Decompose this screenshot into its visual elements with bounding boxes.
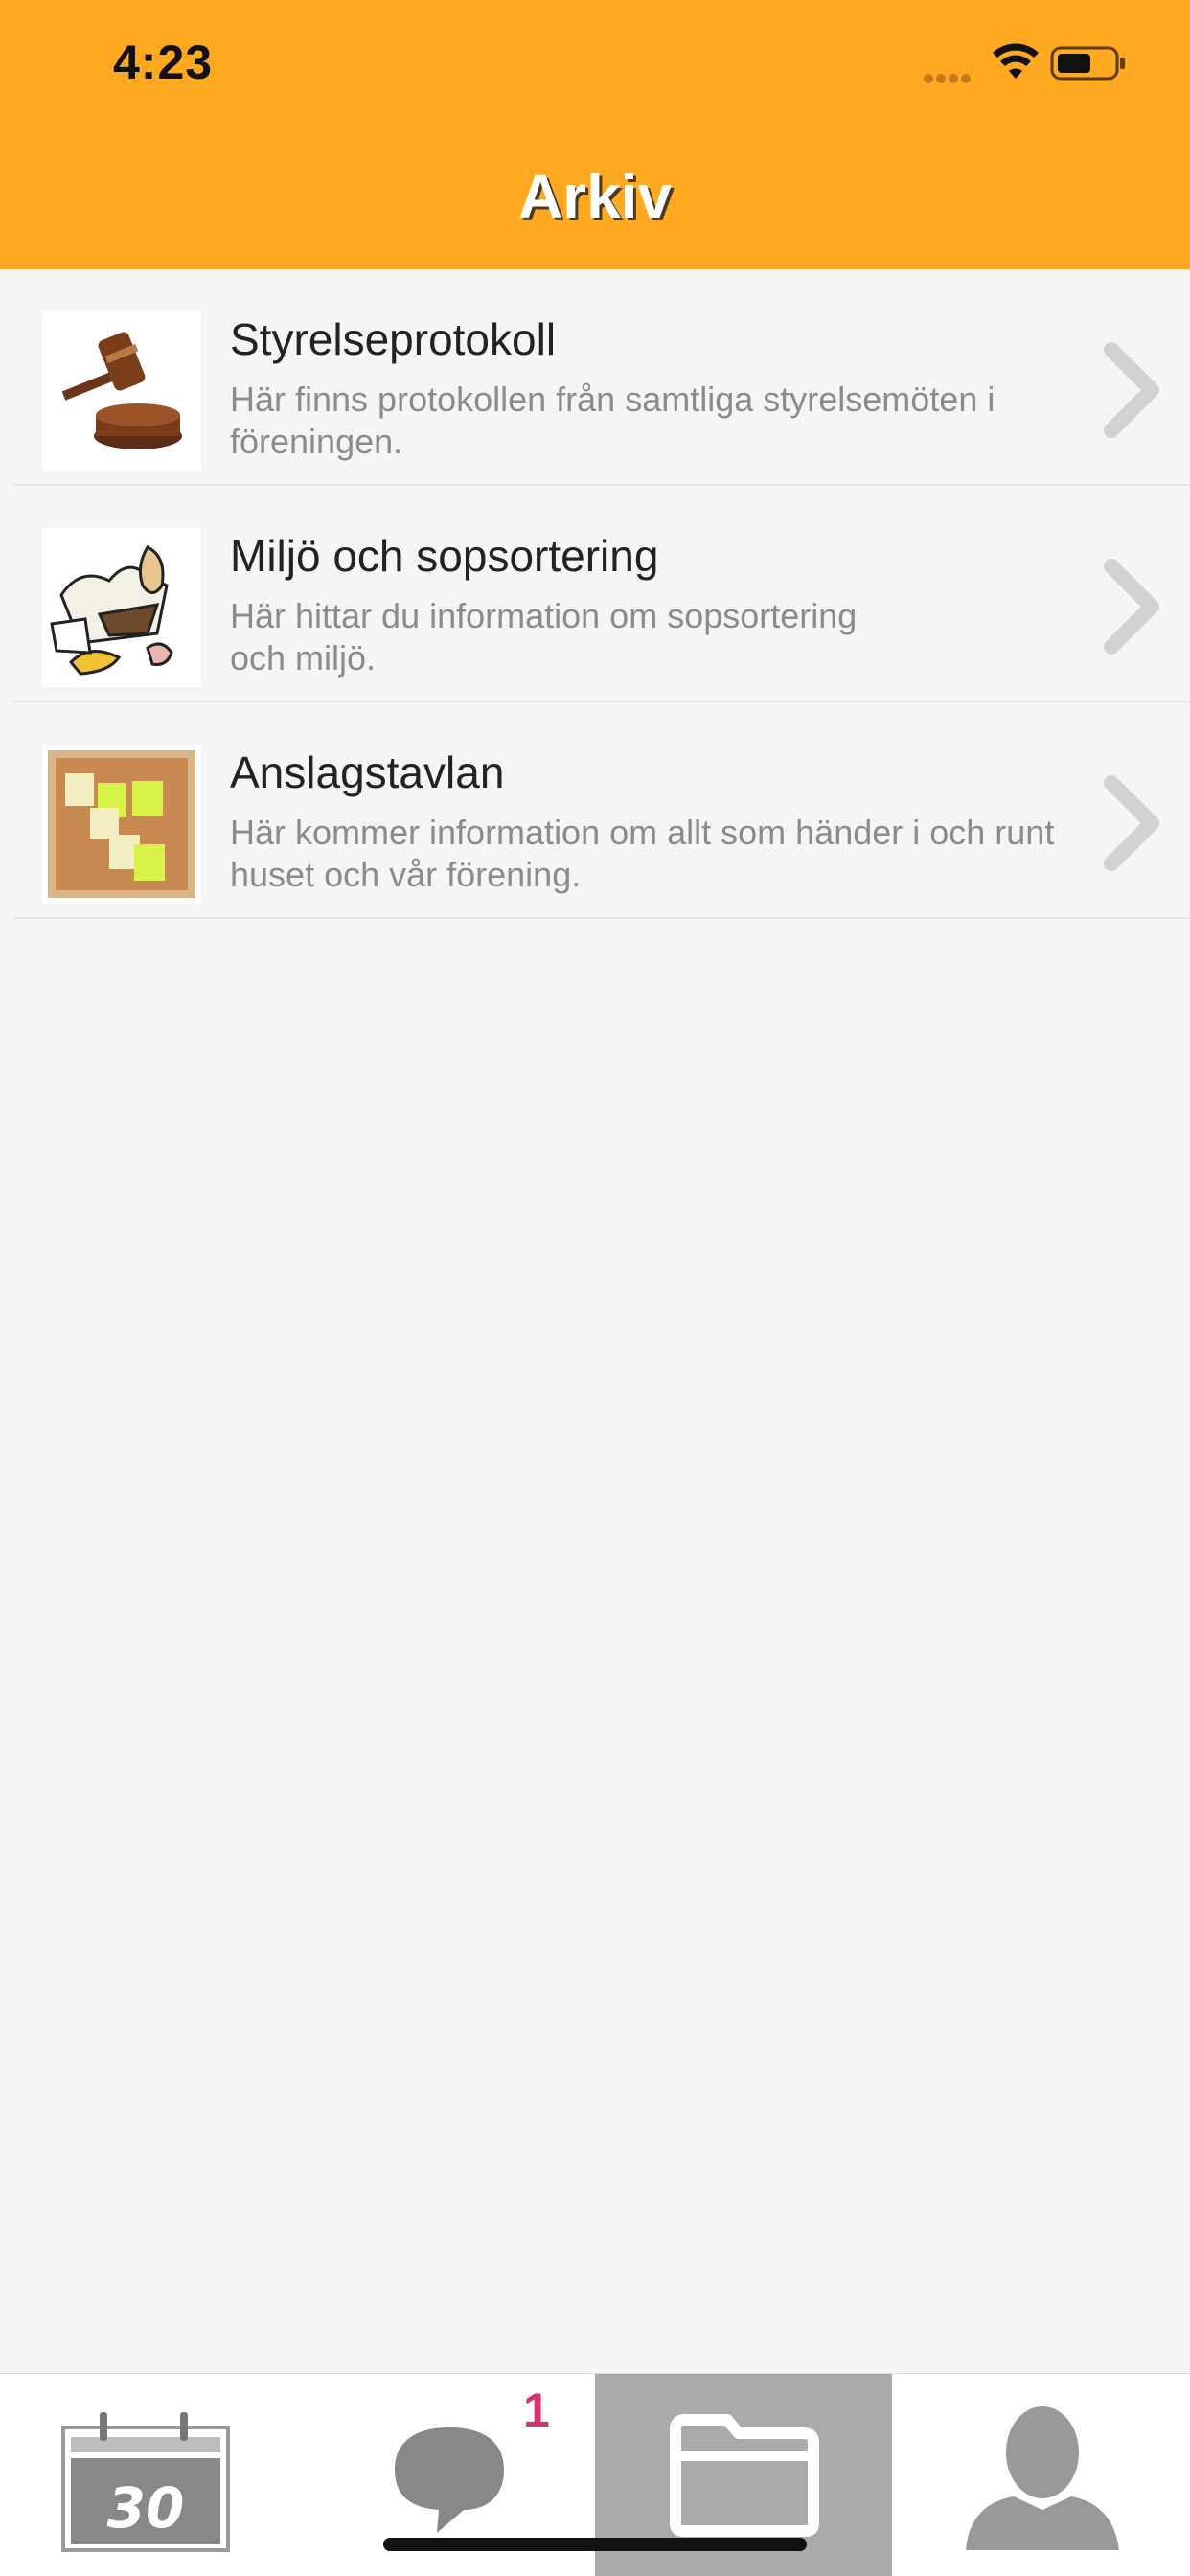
nav-header: 4:23 Arkiv: [0, 0, 1190, 269]
page-title: Arkiv: [517, 162, 673, 231]
status-time: 4:23: [113, 35, 214, 89]
battery-icon: [1050, 46, 1125, 80]
folder-icon: [670, 2414, 819, 2537]
chevron-right-icon: [1104, 559, 1159, 655]
list-item-title: Styrelseprotokoll: [230, 314, 557, 364]
home-indicator: [383, 2538, 807, 2551]
calendar-day: 30: [107, 2475, 185, 2541]
cellular-signal-icon: [924, 71, 981, 83]
chevron-right-icon: [1104, 342, 1159, 438]
list-item[interactable]: Styrelseprotokoll Här finns protokollen …: [13, 269, 1190, 486]
person-icon: [966, 2406, 1119, 2550]
chevron-right-icon: [1104, 775, 1159, 871]
corkboard-image: [42, 745, 201, 904]
tab-calendar[interactable]: 30: [0, 2374, 297, 2576]
calendar-icon: 30: [61, 2412, 230, 2552]
list-item-description: Här finns protokollen från samtliga styr…: [230, 380, 995, 461]
waste-image: [42, 528, 201, 687]
screen: 4:23 Arkiv Styrelseprotokoll Här finns p…: [0, 0, 1190, 2576]
list-item-title: Miljö och sopsortering: [230, 531, 659, 581]
list-item-title: Anslagstavlan: [230, 748, 505, 797]
wifi-icon: [993, 43, 1039, 79]
gavel-image: [42, 311, 201, 471]
chat-bubble-icon: [395, 2427, 504, 2533]
archive-list: Styrelseprotokoll Här finns protokollen …: [0, 269, 1190, 919]
list-item-description: Här hittar du information om sopsorterin…: [230, 596, 858, 678]
list-item-description: Här kommer information om allt som hände…: [230, 813, 1055, 894]
tab-profile[interactable]: [893, 2374, 1190, 2576]
list-item[interactable]: Anslagstavlan Här kommer information om …: [13, 702, 1190, 919]
list-item[interactable]: Miljö och sopsortering Här hittar du inf…: [13, 486, 1190, 702]
messages-badge: 1: [523, 2383, 550, 2437]
